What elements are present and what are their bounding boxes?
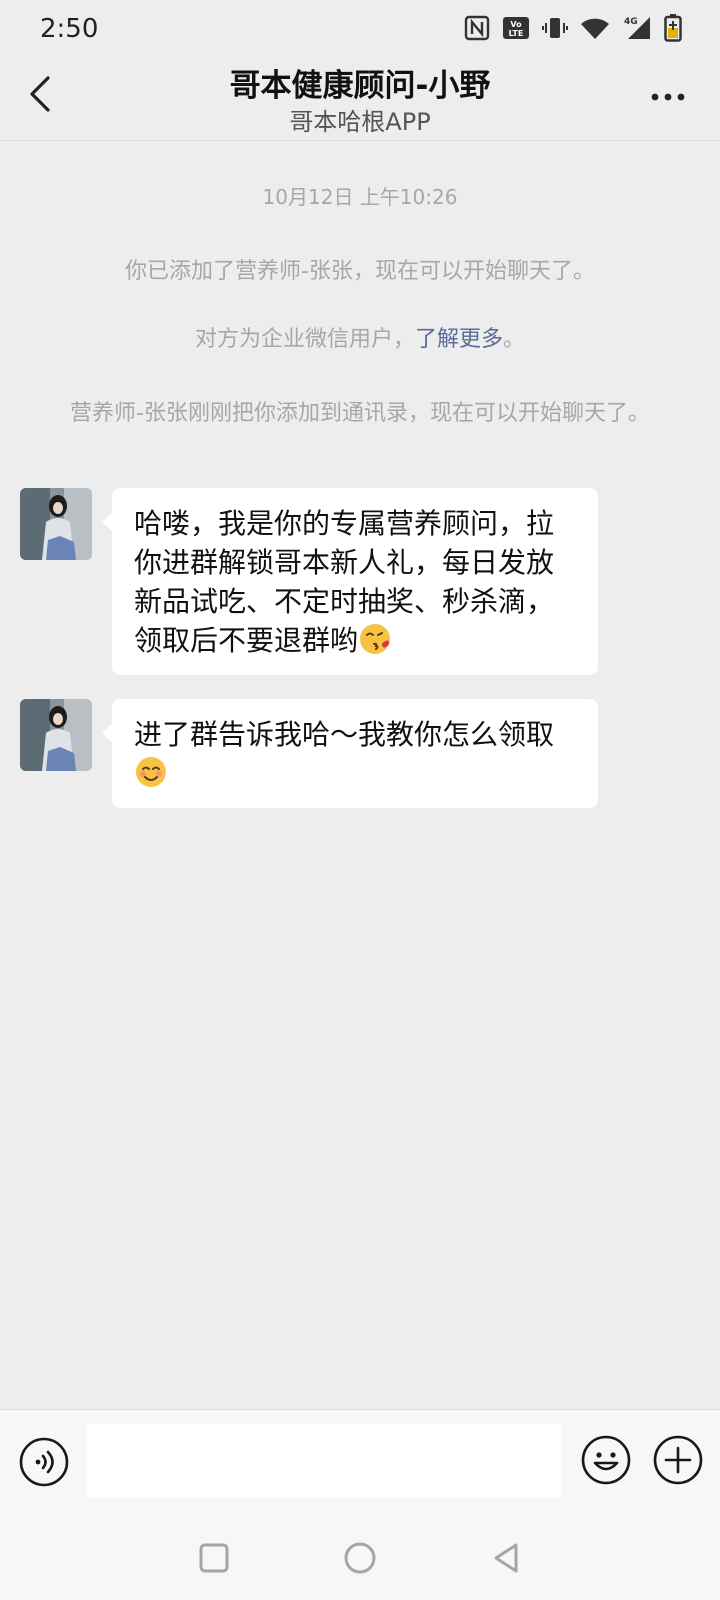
volte-icon: Vo LTE xyxy=(502,15,530,41)
chat-header: 哥本健康顾问-小野 哥本哈根APP xyxy=(0,58,720,141)
message-timestamp: 10月12日 上午10:26 xyxy=(262,185,458,209)
smiling-face-emoji xyxy=(134,755,168,789)
voice-input-button[interactable] xyxy=(18,1436,70,1488)
vibrate-icon xyxy=(542,15,568,41)
emoji-button[interactable] xyxy=(580,1434,632,1486)
status-bar: 2:50 Vo LTE 4G xyxy=(0,0,720,58)
message-bubble[interactable]: 进了群告诉我哈～我教你怎么领取 xyxy=(102,699,598,808)
chat-subtitle: 哥本哈根APP xyxy=(289,108,431,136)
home-button[interactable] xyxy=(338,1536,382,1580)
status-time: 2:50 xyxy=(40,14,99,44)
voice-icon xyxy=(18,1437,70,1492)
chat-area[interactable]: 10月12日 上午10:26 你已添加了营养师-张张，现在可以开始聊天了。 对方… xyxy=(0,141,720,1409)
avatar[interactable] xyxy=(20,699,92,771)
status-icons: Vo LTE 4G xyxy=(464,14,682,42)
svg-text:Vo: Vo xyxy=(510,20,522,29)
back-nav-button[interactable] xyxy=(484,1536,528,1580)
system-message-enterprise: 对方为企业微信用户，了解更多。 xyxy=(50,323,670,356)
battery-charging-icon xyxy=(664,14,682,42)
wifi-icon xyxy=(580,15,610,41)
system-message-enterprise-suffix: 。 xyxy=(503,327,526,352)
input-bar xyxy=(0,1409,720,1514)
svg-text:LTE: LTE xyxy=(509,29,524,38)
system-message-contact: 营养师-张张刚刚把你添加到通讯录，现在可以开始聊天了。 xyxy=(70,401,650,426)
system-message-added: 你已添加了营养师-张张，现在可以开始聊天了。 xyxy=(125,259,595,284)
nfc-icon xyxy=(464,15,490,41)
message-text: 哈喽，我是你的专属营养顾问，拉你进群解锁哥本新人礼，每日发放新品试吃、不定时抽奖… xyxy=(134,507,555,657)
square-icon xyxy=(192,1543,236,1584)
learn-more-link[interactable]: 了解更多 xyxy=(415,327,503,352)
system-nav-bar xyxy=(0,1514,720,1600)
recent-apps-button[interactable] xyxy=(192,1536,236,1580)
svg-text:4G: 4G xyxy=(624,17,638,27)
more-actions-button[interactable] xyxy=(652,1434,704,1486)
4g-signal-icon: 4G xyxy=(622,15,652,41)
chat-title: 哥本健康顾问-小野 xyxy=(229,68,491,104)
message-text: 进了群告诉我哈～我教你怎么领取 xyxy=(134,718,555,751)
plus-icon xyxy=(652,1435,704,1490)
more-button[interactable] xyxy=(640,74,696,118)
kissing-face-emoji xyxy=(358,622,392,656)
system-message-enterprise-text: 对方为企业微信用户， xyxy=(194,327,415,352)
message-input[interactable] xyxy=(86,1424,562,1498)
more-dots-icon xyxy=(650,87,686,106)
smiley-icon xyxy=(580,1435,632,1490)
avatar[interactable] xyxy=(20,488,92,560)
message-bubble[interactable]: 哈喽，我是你的专属营养顾问，拉你进群解锁哥本新人礼，每日发放新品试吃、不定时抽奖… xyxy=(102,488,598,675)
circle-icon xyxy=(338,1542,382,1584)
triangle-back-icon xyxy=(484,1543,528,1584)
